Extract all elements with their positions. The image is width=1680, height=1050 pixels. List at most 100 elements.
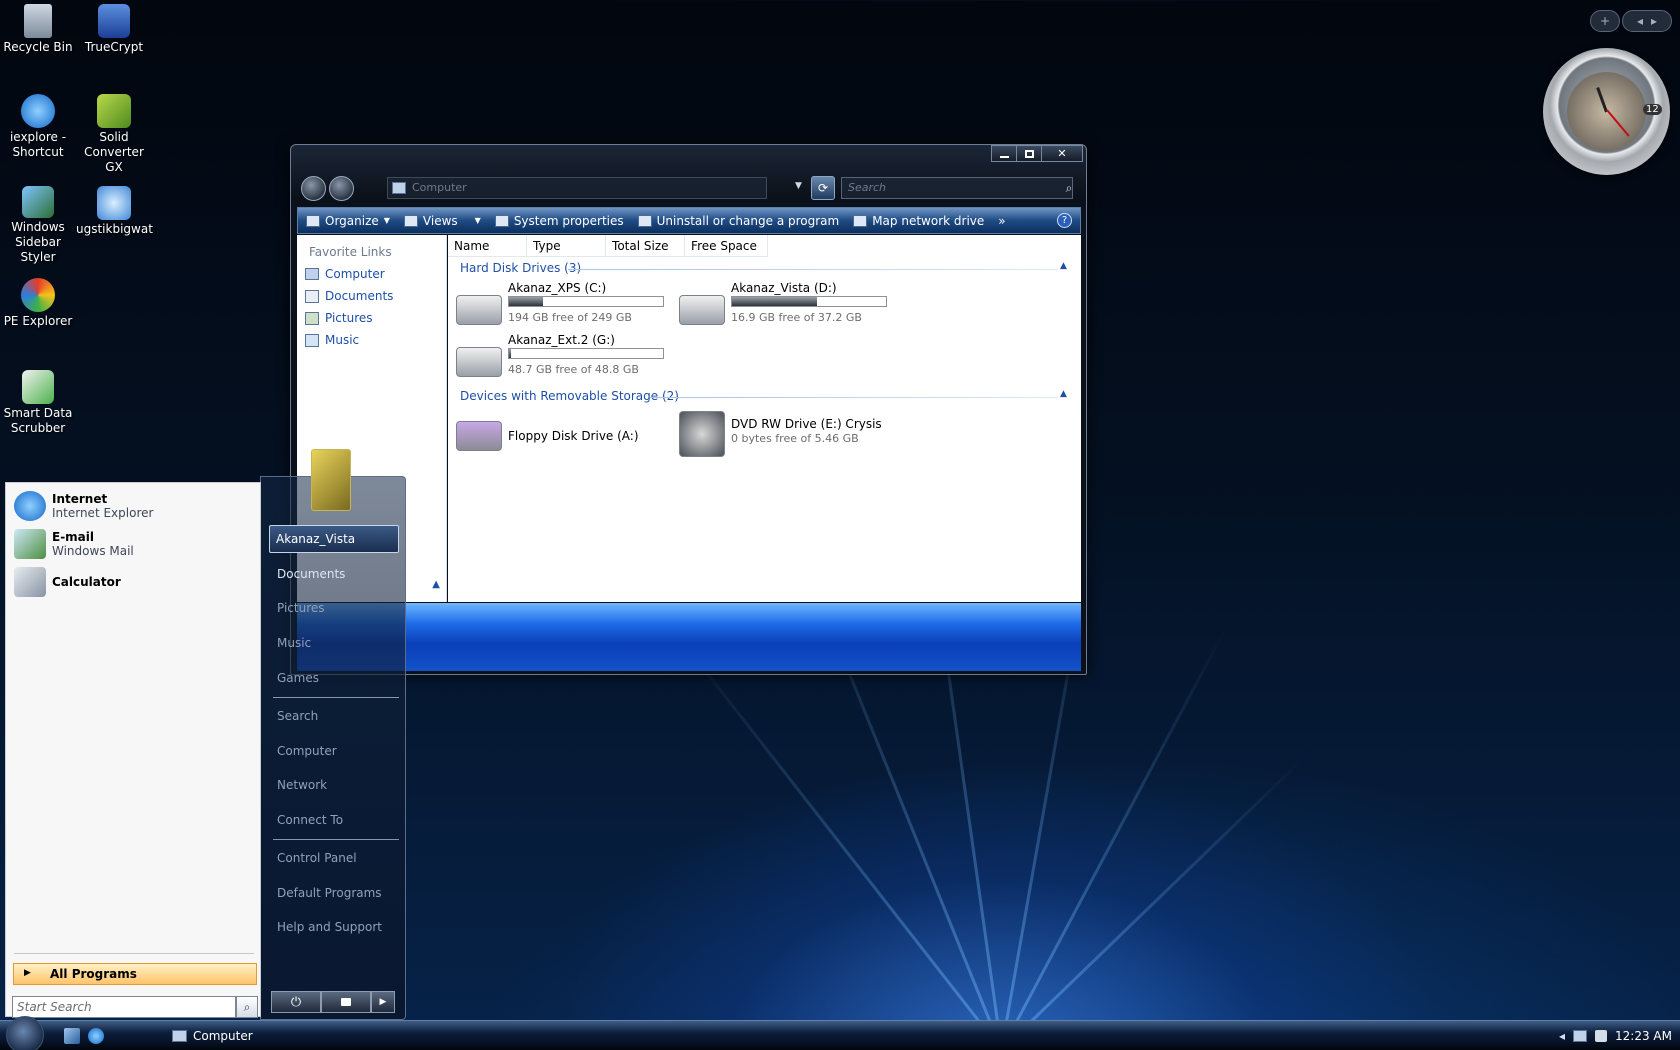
uninstall-program-button[interactable]: Uninstall or change a program <box>637 213 840 228</box>
right-link-documents[interactable]: Documents <box>277 567 345 581</box>
pinned-title: E-mail <box>52 530 95 544</box>
drive-name: Akanaz_Ext.2 (G:) <box>508 333 615 347</box>
right-link-music[interactable]: Music <box>277 636 311 650</box>
pinned-calculator[interactable]: Calculator <box>14 567 121 597</box>
gadget-add-button[interactable]: + <box>1590 10 1620 32</box>
clock-gadget[interactable]: 12 <box>1543 48 1670 175</box>
right-link-connect-to[interactable]: Connect To <box>277 813 343 827</box>
show-hidden-icons-button[interactable]: ◂ <box>1559 1029 1565 1043</box>
pinned-subtitle: Internet Explorer <box>52 506 154 520</box>
right-link-user[interactable]: Akanaz_Vista <box>269 525 399 553</box>
start-search-input[interactable]: Start Search <box>12 996 236 1018</box>
quicklaunch-show-desktop[interactable] <box>64 1028 80 1044</box>
explorer-window[interactable]: ✕ Computer ▼ ⟳ Search ⌕ Organize ▼ Views ▼… <box>290 144 1087 675</box>
system-properties-button[interactable]: System properties <box>494 214 624 228</box>
right-link-games[interactable]: Games <box>277 671 319 685</box>
column-header-total-size[interactable]: Total Size <box>606 235 686 256</box>
gadget-prev-button[interactable]: ◂ <box>1637 14 1643 28</box>
floppy-drive-icon <box>456 421 502 451</box>
desktop-icon-solid-converter[interactable]: Solid Converter GX <box>76 94 152 175</box>
group-header-removable[interactable]: Devices with Removable Storage (2) <box>460 389 679 403</box>
drive-item[interactable]: Akanaz_Ext.2 (G:) 48.7 GB free of 48.8 G… <box>456 333 676 383</box>
minimize-button[interactable] <box>991 145 1017 162</box>
views-button[interactable]: Views ▼ <box>403 214 481 228</box>
smart-data-scrubber-icon <box>22 370 54 404</box>
refresh-button[interactable]: ⟳ <box>811 176 835 200</box>
command-bar: Organize ▼ Views ▼ System properties Unins… <box>297 207 1081 234</box>
right-link-search[interactable]: Search <box>277 709 318 723</box>
right-link-control-panel[interactable]: Control Panel <box>277 851 357 865</box>
group-header-hard-disks[interactable]: Hard Disk Drives (3) <box>460 261 581 275</box>
desktop-icon-smart-data-scrubber[interactable]: Smart Data Scrubber <box>0 370 76 436</box>
uninstall-label: Uninstall or change a program <box>656 213 840 228</box>
right-link-network[interactable]: Network <box>277 778 327 792</box>
desktop-icon-pe-explorer[interactable]: PE Explorer <box>0 278 76 329</box>
taskbar-clock[interactable]: 12:23 AM <box>1615 1029 1672 1043</box>
maximize-button[interactable] <box>1016 145 1042 162</box>
map-network-drive-button[interactable]: Map network drive <box>853 214 984 228</box>
maximize-icon <box>1024 149 1034 158</box>
all-programs-button[interactable]: ▶ All Programs <box>13 963 257 985</box>
file-list: Name Type Total Size Free Space Hard Dis… <box>448 235 1081 602</box>
column-header-name[interactable]: Name <box>448 235 528 256</box>
drive-item[interactable]: Akanaz_XPS (C:) 194 GB free of 249 GB <box>456 281 676 331</box>
power-button[interactable]: ⏻ <box>271 991 321 1013</box>
desktop-icon-recycle-bin[interactable]: Recycle Bin <box>0 4 76 55</box>
pinned-subtitle: Windows Mail <box>52 544 134 558</box>
desktop-icon-ugstikbigwat[interactable]: ugstikbigwat <box>76 186 153 237</box>
pinned-email[interactable]: E-mail Windows Mail <box>14 529 134 559</box>
collapse-group-button[interactable]: ▲ <box>1060 389 1067 399</box>
drive-item[interactable]: DVD RW Drive (E:) Crysis 0 bytes free of… <box>679 407 899 457</box>
more-commands-button[interactable]: » <box>998 214 1005 228</box>
search-button[interactable]: ⌕ <box>1058 177 1080 199</box>
drive-free-space: 48.7 GB free of 48.8 GB <box>508 363 639 376</box>
favorite-link-label: Music <box>325 333 360 347</box>
start-search-button[interactable]: ⌕ <box>236 996 258 1018</box>
favorite-link-computer[interactable]: Computer <box>305 267 385 281</box>
sidebar-styler-icon <box>22 186 54 218</box>
column-header-type[interactable]: Type <box>527 235 607 256</box>
desktop-icon-label: TrueCrypt <box>84 40 144 54</box>
drive-name: Akanaz_Vista (D:) <box>731 281 837 295</box>
back-button[interactable] <box>301 176 326 201</box>
gadget-next-button[interactable]: ▸ <box>1651 14 1657 28</box>
shutdown-options-button[interactable]: ▶ <box>371 991 395 1013</box>
drive-item[interactable]: Floppy Disk Drive (A:) <box>456 407 676 457</box>
network-icon[interactable] <box>1573 1030 1588 1042</box>
pinned-internet[interactable]: Internet Internet Explorer <box>14 491 153 521</box>
folders-toggle-button[interactable]: ▲ <box>432 579 440 590</box>
column-header-free-space[interactable]: Free Space <box>685 235 768 256</box>
calculator-icon <box>14 567 46 597</box>
desktop-icon-sidebar-styler[interactable]: Windows Sidebar Styler <box>0 186 76 265</box>
explorer-search-input[interactable]: Search <box>841 177 1073 199</box>
help-button[interactable]: ? <box>1057 213 1072 228</box>
taskbar-button-computer[interactable]: Computer <box>166 1024 326 1048</box>
desktop-icon-iexplore[interactable]: iexplore - Shortcut <box>0 94 76 160</box>
system-tray: ◂ 12:23 AM <box>1530 1024 1680 1048</box>
volume-icon[interactable] <box>1595 1030 1608 1042</box>
right-link-computer[interactable]: Computer <box>277 744 337 758</box>
close-button[interactable]: ✕ <box>1041 145 1083 162</box>
drive-item[interactable]: Akanaz_Vista (D:) 16.9 GB free of 37.2 G… <box>679 281 899 331</box>
drive-name: DVD RW Drive (E:) Crysis <box>731 417 882 431</box>
desktop-icon-truecrypt[interactable]: TrueCrypt <box>76 4 152 55</box>
drive-usage-bar <box>508 348 664 359</box>
drive-usage-fill <box>732 297 817 306</box>
pe-explorer-icon <box>21 278 55 312</box>
all-programs-label: All Programs <box>50 967 137 981</box>
start-button[interactable] <box>6 1016 44 1050</box>
forward-button[interactable] <box>329 176 354 201</box>
favorite-link-documents[interactable]: Documents <box>305 289 393 303</box>
right-link-default-programs[interactable]: Default Programs <box>277 886 382 900</box>
organize-button[interactable]: Organize ▼ <box>306 214 390 228</box>
lock-button[interactable] <box>321 991 371 1013</box>
favorite-link-music[interactable]: Music <box>305 333 359 347</box>
address-bar[interactable]: Computer <box>387 177 767 199</box>
favorite-link-pictures[interactable]: Pictures <box>305 311 373 325</box>
collapse-group-button[interactable]: ▲ <box>1060 261 1067 271</box>
right-link-help[interactable]: Help and Support <box>277 920 382 934</box>
right-link-pictures[interactable]: Pictures <box>277 601 325 615</box>
quicklaunch-internet-explorer[interactable] <box>88 1028 104 1044</box>
address-dropdown-button[interactable]: ▼ <box>795 181 802 191</box>
system-properties-icon <box>494 214 509 227</box>
